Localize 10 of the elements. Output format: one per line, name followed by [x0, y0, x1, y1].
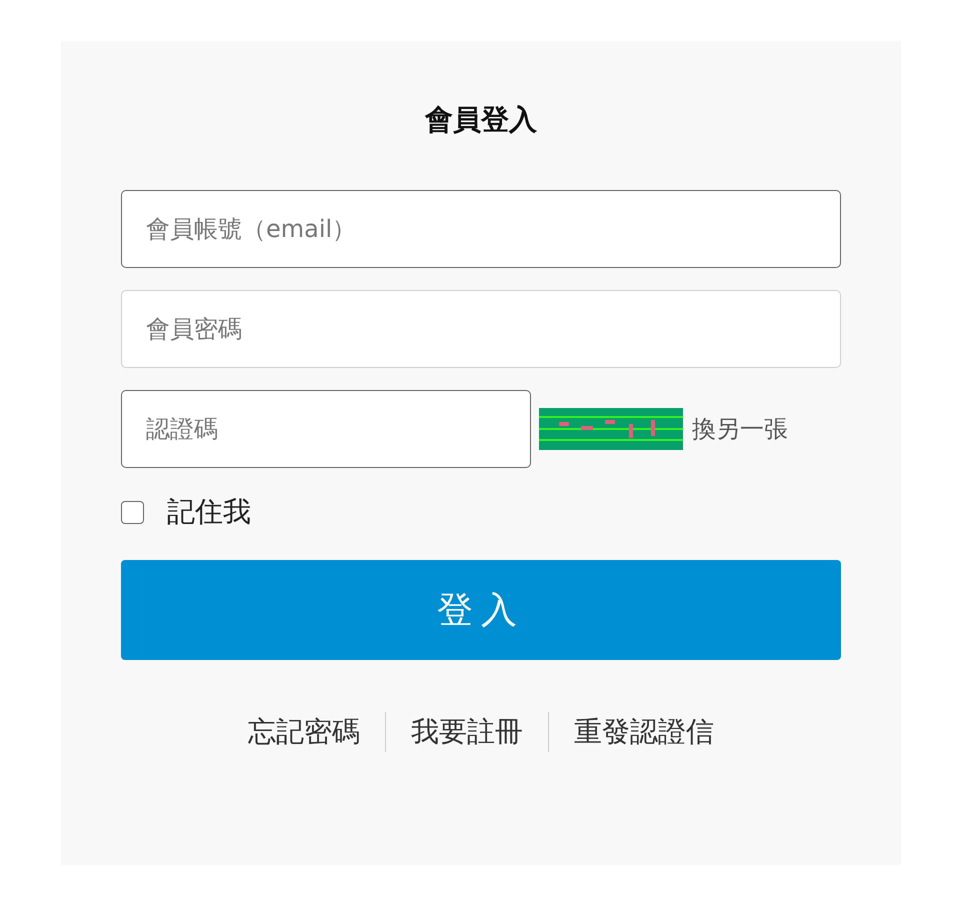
checkbox[interactable] [121, 500, 144, 524]
refresh-link[interactable]: 換另一張 [692, 413, 788, 445]
footer-link[interactable]: 我要註冊 [386, 713, 548, 751]
captcha-field[interactable]: 認證碼 [121, 390, 531, 468]
checkbox-label: 記住我 [167, 494, 251, 530]
login-title: 會員登入 [424, 102, 538, 138]
login-button[interactable]: 登入 [121, 560, 841, 660]
footer-link[interactable]: 重發認證信 [549, 713, 739, 751]
footer-link[interactable]: 忘記密碼 [223, 713, 385, 751]
input-field[interactable]: 會員帳號（email） [121, 190, 841, 268]
